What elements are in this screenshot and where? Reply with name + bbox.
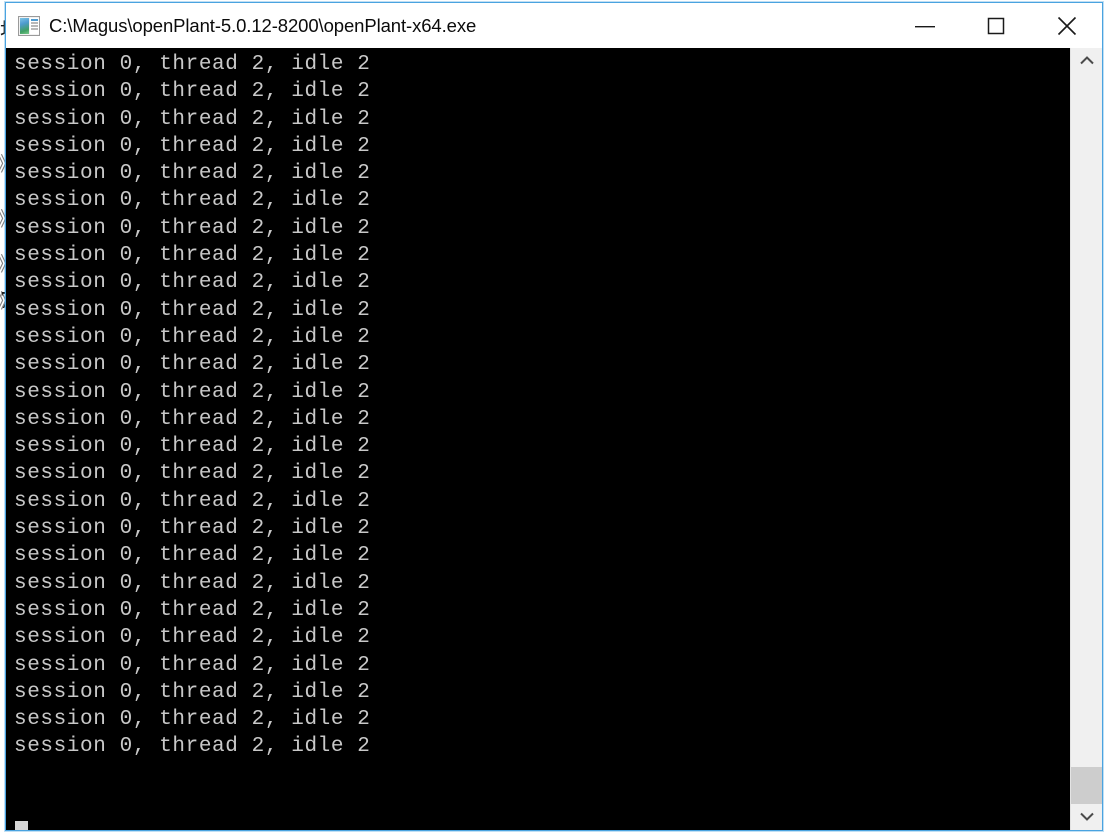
scrollbar-track[interactable] — [1071, 74, 1102, 823]
chevron-down-icon — [1079, 808, 1094, 826]
scroll-down-button[interactable] — [1071, 804, 1102, 830]
scroll-up-button[interactable] — [1071, 48, 1102, 74]
close-icon — [1056, 15, 1078, 37]
close-button[interactable] — [1031, 3, 1102, 48]
console-log-lines: session 0, thread 2, idle 2 session 0, t… — [14, 53, 371, 759]
maximize-button[interactable] — [960, 3, 1031, 48]
console-output-area[interactable]: session 0, thread 2, idle 2 session 0, t… — [6, 48, 1102, 830]
title-bar[interactable]: C:\Magus\openPlant-5.0.12-8200\openPlant… — [6, 3, 1102, 49]
maximize-icon — [986, 16, 1006, 36]
window-controls — [889, 3, 1102, 48]
minimize-icon — [914, 19, 936, 33]
console-app-icon-left-pane — [20, 17, 29, 34]
chevron-up-icon — [1079, 52, 1094, 70]
console-cursor — [15, 821, 28, 830]
console-window[interactable]: C:\Magus\openPlant-5.0.12-8200\openPlant… — [5, 2, 1103, 831]
console-app-icon-right-pane — [30, 17, 39, 34]
vertical-scrollbar[interactable] — [1070, 48, 1102, 830]
minimize-button[interactable] — [889, 3, 960, 48]
window-title: C:\Magus\openPlant-5.0.12-8200\openPlant… — [49, 14, 477, 36]
console-app-icon — [18, 15, 40, 36]
